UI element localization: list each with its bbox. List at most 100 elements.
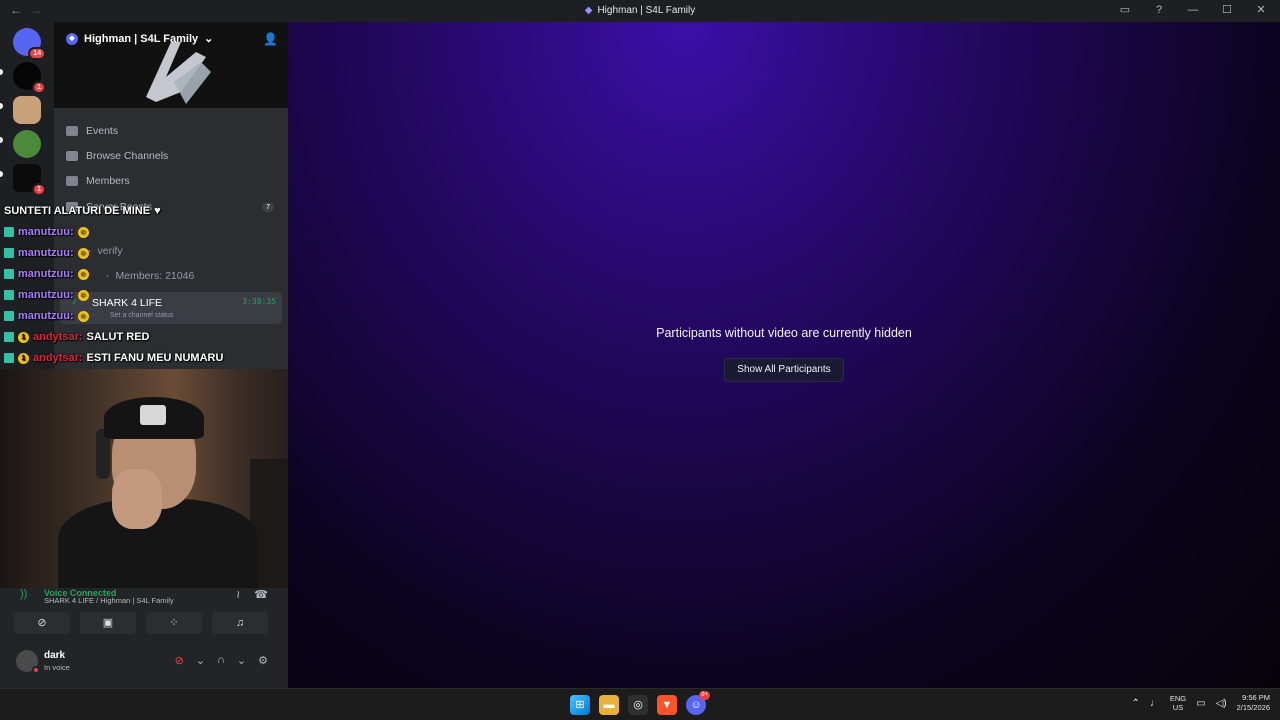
emote-icon: ☺ [77, 247, 89, 259]
chat-username: andytsar: [33, 331, 83, 343]
members-icon [66, 176, 78, 186]
lang-region: US [1172, 703, 1184, 712]
dm-badge: 14 [28, 47, 46, 60]
start-icon[interactable]: ⊞ [570, 695, 590, 715]
user-controls: ⊘ ⌄ ∩ ⌄ ⚙ [175, 654, 268, 667]
user-panel: dark In voice ⊘ ⌄ ∩ ⌄ ⚙ [8, 646, 274, 678]
chat-line: manutzuu: ☺ [4, 310, 89, 322]
server-icon[interactable]: 1 [13, 164, 46, 196]
stream-chat-overlay: SUNTETI ALATURI DE MINE ♥ manutzuu: ☺ ma… [0, 200, 300, 370]
cap-logo [140, 405, 166, 425]
unread-pill [0, 171, 3, 177]
help-icon[interactable]: ? [1150, 4, 1168, 16]
voice-buttons: ⊘ ▣ ⁘ ♫ [14, 612, 268, 634]
taskbar-apps: ⊞ ▬ ◎ ▼ ☺ 9+ [570, 691, 710, 715]
browse-channels-item[interactable]: Browse Channels [66, 150, 168, 162]
disconnect-icon[interactable]: ☎ [254, 588, 268, 601]
chevron-down-icon[interactable]: ⌄ [237, 654, 246, 667]
language-indicator[interactable]: ENG US [1170, 694, 1186, 712]
server-icon[interactable]: 1 [13, 62, 46, 94]
chevron-up-icon[interactable]: ⌃ [1131, 698, 1139, 709]
webcam-person-hand [112, 469, 162, 529]
window-controls: ▭ ? — ☐ ✕ [1116, 3, 1270, 17]
chat-message: SALUT RED [86, 331, 150, 343]
events-item[interactable]: Events [66, 125, 118, 137]
chat-badge-icon [4, 290, 14, 300]
direct-messages-icon[interactable]: 14 [13, 28, 46, 60]
server-name-text: Highman | S4L Family [84, 32, 199, 45]
chat-message: ESTI FANU MEU NUMARU [86, 352, 224, 364]
hidden-participants-message: Participants without video are currently… [656, 326, 912, 340]
members-item[interactable]: Members [66, 175, 130, 187]
chevron-down-icon: ⌄ [204, 33, 214, 45]
clock-time: 9:56 PM [1242, 693, 1270, 702]
volume-icon[interactable]: ◁) [1216, 698, 1227, 709]
mic-muted-icon[interactable]: ⊘ [175, 654, 184, 667]
chat-line: manutzuu: ☺ [4, 268, 89, 280]
heart-icon: ♥ [154, 205, 161, 217]
inbox-icon[interactable]: ▭ [1116, 3, 1134, 16]
discord-icon[interactable]: ☺ 9+ [686, 691, 710, 715]
members-label: Members [86, 175, 130, 187]
chat-badge-icon [4, 227, 14, 237]
camera-off-button[interactable]: ⊘ [14, 612, 70, 634]
chat-message: SUNTETI ALATURI DE MINE [4, 205, 151, 217]
emote-icon: 1 [18, 352, 29, 364]
voice-location[interactable]: SHARK 4 LIFE / Highman | S4L Family [44, 596, 174, 605]
brave-browser-icon[interactable]: ▼ [657, 695, 677, 715]
voice-stage: Participants without video are currently… [288, 22, 1280, 688]
file-explorer-icon[interactable]: ▬ [599, 695, 619, 715]
server-icon[interactable] [13, 130, 41, 158]
emote-icon: ☺ [77, 289, 89, 301]
app-icon[interactable]: ◎ [628, 695, 648, 715]
headphones-icon[interactable]: ∩ [217, 654, 225, 667]
unread-pill [0, 137, 3, 143]
chevron-down-icon[interactable]: ⌄ [196, 654, 205, 667]
chat-username: manutzuu: [18, 268, 74, 280]
window-title-text: Highman | S4L Family [597, 5, 696, 16]
soundboard-button[interactable]: ♫ [212, 612, 268, 634]
microphone-icon[interactable]: ♩ [1150, 698, 1160, 709]
user-status: In voice [44, 663, 70, 672]
chat-username: manutzuu: [18, 289, 74, 301]
network-icon[interactable]: ▭ [1196, 698, 1205, 709]
invite-people-icon[interactable]: 👤 [263, 32, 278, 46]
clock[interactable]: 9:56 PM 2/15/2026 [1237, 693, 1270, 713]
browse-icon [66, 151, 78, 161]
discord-badge: 9+ [699, 691, 710, 700]
emote-icon: ☺ [77, 310, 89, 322]
avatar[interactable] [16, 650, 40, 674]
signal-icon[interactable]: )) [20, 588, 27, 600]
emote-icon: ☺ [77, 226, 89, 238]
chat-badge-icon [4, 269, 14, 279]
chat-line: manutzuu: ☺ [4, 247, 89, 259]
gear-icon[interactable]: ⚙ [258, 654, 268, 667]
server-badge: 1 [32, 183, 46, 196]
close-button[interactable]: ✕ [1252, 3, 1270, 16]
server-badge: 1 [32, 81, 46, 94]
voice-panel: )) Voice Connected SHARK 4 LIFE / Highma… [0, 588, 288, 688]
minimize-button[interactable]: — [1184, 4, 1202, 16]
screen-share-button[interactable]: ▣ [80, 612, 136, 634]
server-icon[interactable] [13, 96, 41, 124]
server-banner[interactable]: ◆ Highman | S4L Family ⌄ 👤 [54, 22, 288, 108]
server-icon-small: ◆ [584, 5, 593, 16]
chat-username: manutzuu: [18, 247, 74, 259]
title-bar: ← → ◆ Highman | S4L Family ▭ ? — ☐ ✕ [0, 0, 1280, 22]
chat-username: manutzuu: [18, 226, 74, 238]
chat-username: manutzuu: [18, 310, 74, 322]
chat-line: manutzuu: ☺ [4, 226, 89, 238]
chat-badge-icon [4, 248, 14, 258]
voice-top-controls: ≀ ☎ [236, 588, 268, 601]
noise-suppression-icon[interactable]: ≀ [236, 588, 240, 601]
server-name[interactable]: ◆ Highman | S4L Family ⌄ [66, 32, 213, 45]
activities-button[interactable]: ⁘ [146, 612, 202, 634]
maximize-button[interactable]: ☐ [1218, 3, 1236, 16]
chat-line: SUNTETI ALATURI DE MINE ♥ [4, 205, 161, 217]
show-all-participants-button[interactable]: Show All Participants [724, 358, 844, 382]
lang-code: ENG [1169, 694, 1187, 703]
emote-icon: ☺ [77, 268, 89, 280]
browse-label: Browse Channels [86, 150, 169, 162]
chat-badge-icon [4, 332, 14, 342]
user-name: dark [44, 650, 66, 661]
